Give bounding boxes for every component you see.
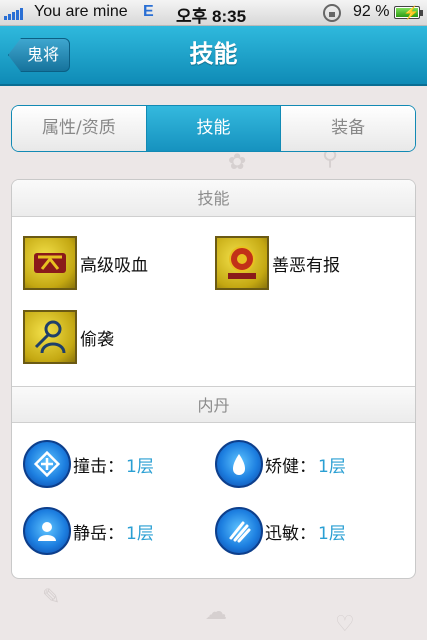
skill-item[interactable]: 偷袭 <box>23 310 114 364</box>
blood-drain-icon <box>23 236 77 290</box>
skill-item[interactable]: 善恶有报 <box>215 236 340 290</box>
skills-panel: 技能 高级吸血 善恶有报 偷袭 内丹 撞击： 1层 矫健： 1层 静岳： 1层 … <box>11 179 416 579</box>
neidan-level: 1层 <box>318 456 346 477</box>
tab-bar: 属性/资质 技能 装备 <box>11 105 416 152</box>
page-title: 技能 <box>189 40 238 68</box>
swift-claw-icon <box>215 507 263 555</box>
calm-mountain-icon <box>23 507 71 555</box>
skills-list: 高级吸血 善恶有报 偷袭 <box>12 217 415 386</box>
skill-label: 善恶有报 <box>272 255 340 276</box>
tab-equipment[interactable]: 装备 <box>281 106 415 151</box>
neidan-level: 1层 <box>126 456 154 477</box>
tab-attributes[interactable]: 属性/资质 <box>12 106 147 151</box>
neidan-list: 撞击： 1层 矫健： 1层 静岳： 1层 迅敏： 1层 <box>12 423 415 578</box>
status-time: 오후 8:35 <box>176 7 247 26</box>
navigation-bar: 鬼将 技能 <box>0 26 427 86</box>
neidan-name: 静岳： <box>73 523 124 544</box>
skill-label: 高级吸血 <box>80 255 148 276</box>
carrier-name: You are mine <box>34 3 128 20</box>
sneak-attack-icon <box>23 310 77 364</box>
battery-percent: 92 % <box>353 3 390 20</box>
neidan-item[interactable]: 矫健： 1层 <box>215 440 346 488</box>
impact-icon <box>23 440 71 488</box>
status-bar: You are mine E 오후 8:35 92 % ⚡ <box>0 0 427 26</box>
neidan-name: 撞击： <box>73 456 124 477</box>
background-doodle-icon: ✎ <box>42 585 61 610</box>
neidan-name: 迅敏： <box>265 523 316 544</box>
background-doodle-icon: ☁ <box>205 600 227 625</box>
neidan-item[interactable]: 迅敏： 1层 <box>215 507 346 555</box>
rotation-lock-icon <box>323 4 341 22</box>
tab-skills[interactable]: 技能 <box>146 106 282 151</box>
neidan-item[interactable]: 静岳： 1层 <box>23 507 154 555</box>
agility-icon <box>215 440 263 488</box>
neidan-name: 矫健： <box>265 456 316 477</box>
signal-strength-icon <box>4 7 23 20</box>
skill-item[interactable]: 高级吸血 <box>23 236 148 290</box>
neidan-item[interactable]: 撞击： 1层 <box>23 440 154 488</box>
network-type: E <box>143 3 154 20</box>
neidan-level: 1层 <box>318 523 346 544</box>
skill-label: 偷袭 <box>80 329 114 350</box>
neidan-level: 1层 <box>126 523 154 544</box>
skills-section-header: 技能 <box>12 180 415 217</box>
background-doodle-icon: ✿ <box>228 150 247 175</box>
background-doodle-icon: ♡ <box>335 612 355 637</box>
battery-icon: ⚡ <box>394 5 423 20</box>
karma-wheel-icon <box>215 236 269 290</box>
neidan-section-header: 内丹 <box>12 386 415 423</box>
